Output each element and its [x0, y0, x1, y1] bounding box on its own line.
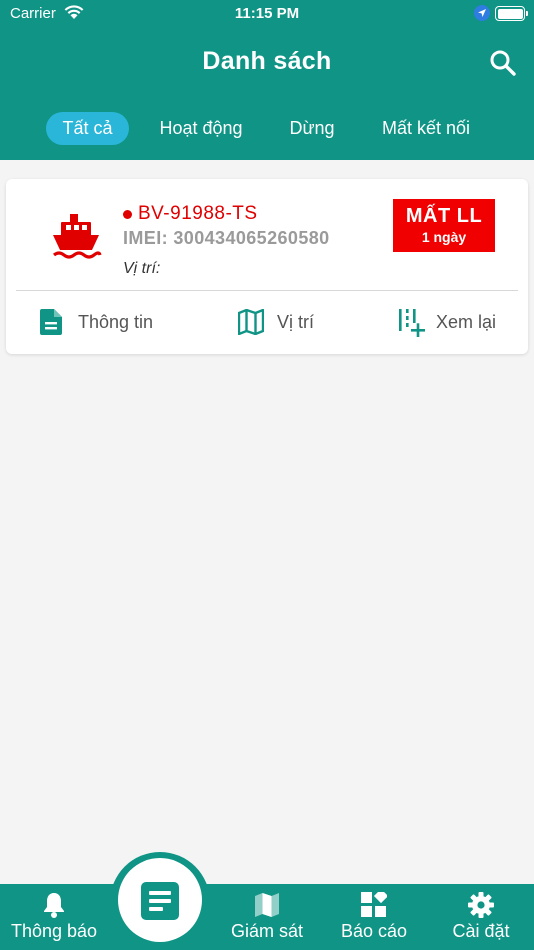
- nav-reports-label: Báo cáo: [340, 921, 408, 941]
- replay-button-label: Xem lại: [436, 312, 497, 332]
- battery-icon: [495, 6, 528, 21]
- info-button[interactable]: Thông tin: [40, 307, 170, 339]
- document-icon: [40, 309, 62, 335]
- tab-active[interactable]: Hoạt động: [148, 112, 254, 145]
- dashboard-icon: [361, 892, 387, 917]
- bell-icon: [44, 893, 64, 918]
- search-button[interactable]: [488, 48, 518, 78]
- nav-monitor[interactable]: Giám sát: [219, 884, 315, 950]
- location-button-label: Vị trí: [277, 312, 315, 332]
- status-bar: Carrier 11:15 PM: [0, 0, 534, 28]
- map-icon: [255, 893, 279, 917]
- info-button-label: Thông tin: [78, 312, 154, 332]
- nav-notifications[interactable]: Thông báo: [4, 884, 104, 950]
- vehicle-card[interactable]: BV-91988-TS IMEI: 300434065260580 Vị trí…: [6, 179, 528, 354]
- vehicle-imei: IMEI: 300434065260580: [123, 228, 330, 248]
- app-header: Carrier 11:15 PM Danh sách Tất cả Hoạt đ…: [0, 0, 534, 160]
- replay-button[interactable]: Xem lại: [398, 307, 508, 339]
- status-badge: MẤT LL 1 ngày: [393, 199, 495, 252]
- filter-tabs: Tất cả Hoạt động Dừng Mất kết nối: [0, 112, 534, 146]
- ship-icon: [53, 214, 102, 259]
- list-document-icon: [141, 882, 179, 920]
- replay-timeline-icon: [399, 309, 425, 337]
- tab-stopped[interactable]: Dừng: [280, 112, 344, 145]
- page-title: Danh sách: [202, 47, 332, 75]
- nav-reports[interactable]: Báo cáo: [328, 884, 420, 950]
- nav-settings-label: Cài đặt: [452, 921, 510, 941]
- list-fab-button[interactable]: [118, 858, 202, 942]
- status-dot: [123, 210, 132, 219]
- card-divider: [16, 290, 518, 291]
- vehicle-position-label: Vị trí:: [123, 260, 161, 277]
- status-badge-text: MẤT LL: [405, 205, 483, 227]
- vehicle-plate: BV-91988-TS: [138, 203, 258, 224]
- location-button[interactable]: Vị trí: [238, 307, 338, 339]
- nav-settings[interactable]: Cài đặt: [436, 884, 526, 950]
- tab-disconnected[interactable]: Mất kết nối: [370, 112, 482, 145]
- tab-all[interactable]: Tất cả: [46, 112, 129, 145]
- status-badge-duration: 1 ngày: [421, 229, 467, 245]
- search-icon: [490, 50, 516, 76]
- nav-notifications-label: Thông báo: [10, 921, 98, 941]
- map-icon: [238, 309, 264, 335]
- nav-monitor-label: Giám sát: [230, 921, 304, 941]
- gear-icon: [468, 892, 494, 918]
- clock: 11:15 PM: [234, 5, 300, 22]
- location-arrow-icon: [474, 5, 490, 25]
